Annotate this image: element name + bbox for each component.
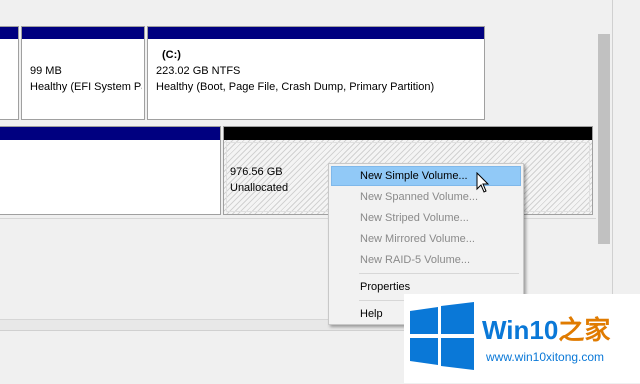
partition-status: Healthy (EFI System Pa [30, 81, 142, 93]
partition-bar [0, 27, 18, 39]
watermark: Win10之家 www.win10xitong.com [404, 294, 640, 383]
menu-item-new-spanned-volume[interactable]: New Spanned Volume... [331, 187, 521, 207]
watermark-url: www.win10xitong.com [486, 350, 605, 364]
disk1-partition-left[interactable] [0, 126, 221, 215]
unallocated-size: 976.56 GB [230, 166, 283, 178]
window-top-edge [0, 0, 596, 14]
menu-item-new-raid5-volume[interactable]: New RAID-5 Volume... [331, 250, 521, 270]
watermark-title: Win10之家 [482, 316, 610, 344]
partition-size: 99 MB [30, 65, 62, 77]
partition-bar [0, 127, 220, 140]
disk0-row: 99 MB Healthy (EFI System Pa (C:) 223.02… [0, 24, 596, 120]
menu-separator [359, 273, 519, 274]
partition-status: Healthy (Boot, Page File, Crash Dump, Pr… [156, 81, 435, 93]
unallocated-status: Unallocated [230, 182, 289, 194]
watermark-brand-suffix: 之家 [558, 315, 611, 345]
unallocated-bar [224, 127, 592, 140]
vertical-scrollbar[interactable] [596, 0, 612, 326]
partition-size: 223.02 GB NTFS [156, 65, 241, 77]
menu-item-new-simple-volume[interactable]: New Simple Volume... [331, 166, 521, 186]
partition-bar [22, 27, 144, 39]
partition-label: (C:) [162, 49, 181, 61]
disk0-partial-partition[interactable] [0, 26, 19, 120]
watermark-brand: Win10 [482, 315, 559, 345]
menu-item-new-mirrored-volume[interactable]: New Mirrored Volume... [331, 229, 521, 249]
menu-item-new-striped-volume[interactable]: New Striped Volume... [331, 208, 521, 228]
disk0-efi-partition[interactable]: 99 MB Healthy (EFI System Pa [21, 26, 145, 120]
disk0-c-partition[interactable]: (C:) 223.02 GB NTFS Healthy (Boot, Page … [147, 26, 485, 120]
scrollbar-thumb[interactable] [598, 34, 610, 244]
windows-logo-icon [410, 302, 474, 370]
partition-bar [148, 27, 484, 39]
mouse-cursor-icon [476, 172, 490, 193]
